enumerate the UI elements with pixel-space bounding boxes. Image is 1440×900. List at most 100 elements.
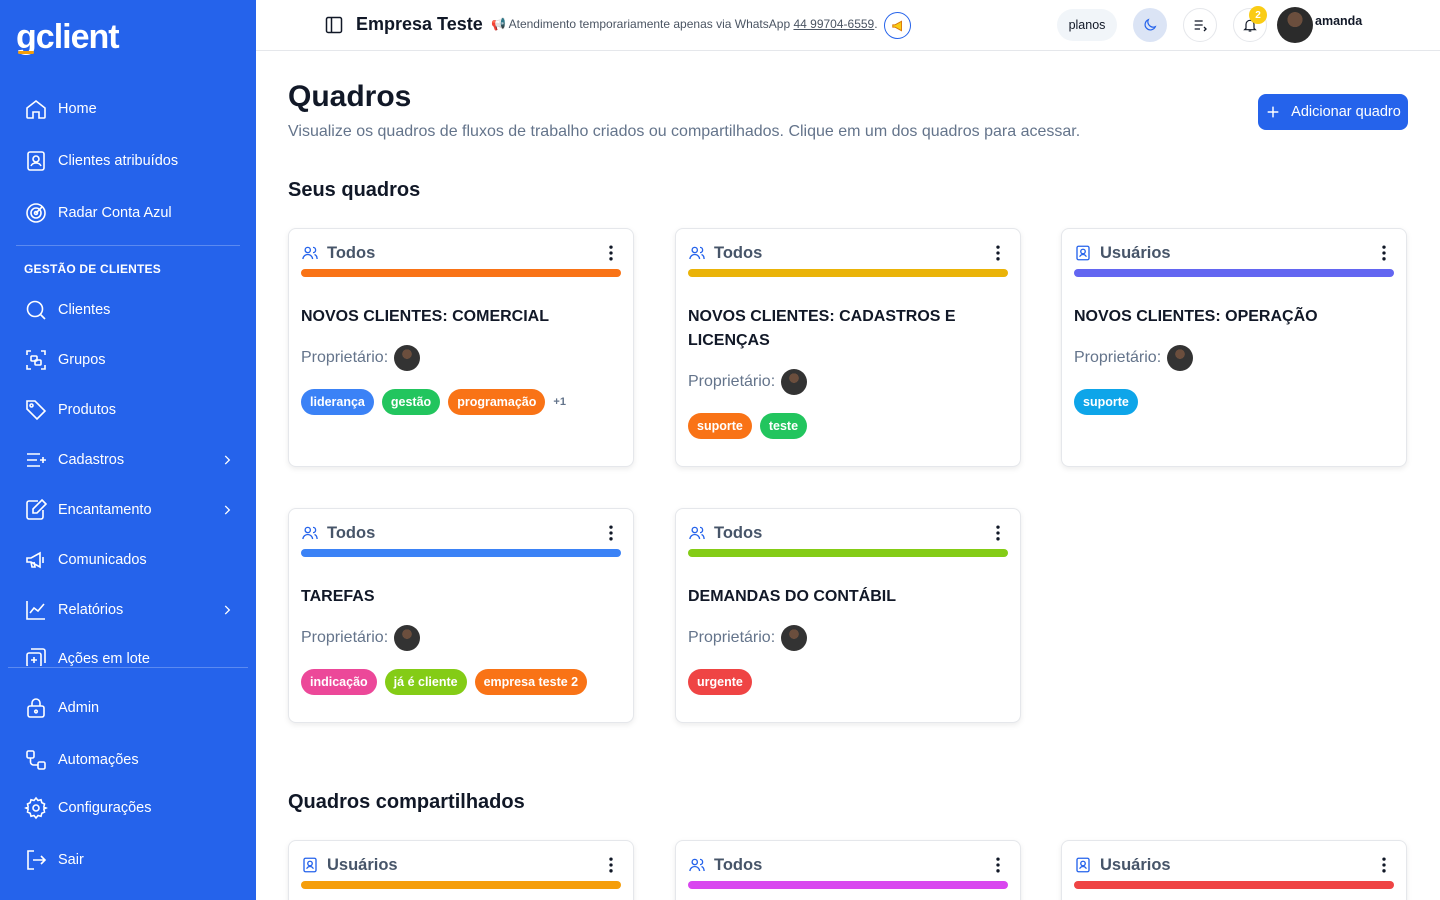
megaphone-icon: [26, 551, 44, 569]
list-plus-icon: [27, 453, 46, 467]
sidebar-item-label: Sair: [58, 852, 84, 868]
board-card[interactable]: Todos NOVOS CLIENTES: CADASTROS E LICENÇ…: [675, 228, 1021, 467]
company-name[interactable]: Empresa Teste: [356, 14, 483, 35]
owner-label: Proprietário:: [688, 629, 776, 646]
sidebar-item-label: Configurações: [58, 800, 152, 816]
sidebar-item-encantamento[interactable]: Encantamento: [24, 494, 234, 526]
board-card-header: Todos: [688, 241, 1008, 265]
board-title: NOVOS CLIENTES: CADASTROS E LICENÇAS: [688, 308, 956, 349]
logo-g: g: [16, 18, 37, 56]
sidebar-divider: [16, 245, 240, 246]
sidebar-item-label: Home: [58, 101, 97, 117]
batch-icon: [26, 648, 46, 666]
board-access: Todos: [327, 243, 376, 262]
user-badge-icon: [1076, 245, 1090, 261]
avatar[interactable]: [1277, 7, 1313, 43]
sidebar-item-label: Produtos: [58, 402, 117, 418]
plans-button[interactable]: planos: [1057, 9, 1117, 41]
kebab-menu-icon[interactable]: [988, 243, 1008, 263]
radar-icon: [26, 203, 46, 223]
sidebar-item-automacoes[interactable]: Automações: [24, 744, 234, 776]
users-icon: [689, 246, 705, 260]
page-title: Quadros: [288, 80, 412, 113]
board-color-bar: [688, 269, 1008, 277]
topbar: Empresa Teste 📢 Atendimento temporariame…: [256, 0, 1440, 51]
announcements-button[interactable]: [884, 12, 911, 39]
board-card[interactable]: Todos NOVOS CLIENTES: COMERCIAL Propriet…: [288, 228, 634, 467]
sidebar-item-label: Encantamento: [58, 502, 152, 518]
tag: urgente: [688, 669, 752, 695]
home-icon: [26, 99, 46, 119]
sidebar-item-home[interactable]: Home: [24, 93, 234, 125]
sidebar-item-assigned-clients[interactable]: Clientes atribuídos: [24, 145, 234, 177]
sidebar-toggle-icon[interactable]: [324, 15, 344, 35]
board-color-bar: [1074, 269, 1394, 277]
sidebar-item-acoes-em-lote[interactable]: Ações em lote: [24, 646, 234, 666]
board-card[interactable]: Todos DEMANDAS DO CONTÁBIL Proprietário:…: [675, 508, 1021, 723]
board-color-bar: [688, 881, 1008, 889]
sidebar-item-cadastros[interactable]: Cadastros: [24, 444, 234, 476]
sidebar-item-clientes[interactable]: Clientes: [24, 294, 234, 326]
workflow-icon: [26, 750, 46, 770]
board-card-header: Todos: [301, 521, 621, 545]
sidebar-item-admin[interactable]: Admin: [24, 692, 234, 724]
user-name[interactable]: amanda: [1315, 14, 1362, 28]
board-title: NOVOS CLIENTES: COMERCIAL: [301, 308, 550, 325]
user-badge-icon: [303, 857, 317, 873]
logout-icon: [27, 850, 47, 870]
kebab-menu-icon[interactable]: [1374, 855, 1394, 875]
kebab-menu-icon[interactable]: [601, 243, 621, 263]
board-card[interactable]: Todos: [675, 840, 1021, 900]
owner-label: Proprietário:: [688, 373, 776, 390]
whatsapp-link[interactable]: 44 99704-6559: [793, 17, 874, 31]
announcement-emoji: 📢: [491, 17, 506, 31]
board-card[interactable]: Todos TAREFAS Proprietário: indicação já…: [288, 508, 634, 723]
board-tags: liderança gestão programação +1: [301, 389, 566, 415]
owner-avatar: [394, 345, 421, 371]
theme-toggle-button[interactable]: [1133, 8, 1167, 42]
sidebar-item-produtos[interactable]: Produtos: [24, 394, 234, 426]
sidebar-divider: [8, 667, 248, 668]
board-color-bar: [688, 549, 1008, 557]
kebab-menu-icon[interactable]: [988, 855, 1008, 875]
owner-avatar: [394, 625, 421, 651]
kebab-menu-icon[interactable]: [601, 855, 621, 875]
board-card[interactable]: Usuários: [1061, 840, 1407, 900]
board-card[interactable]: Usuários NOVOS CLIENTES: OPERAÇÃO Propri…: [1061, 228, 1407, 467]
board-owner: Proprietário:: [688, 369, 808, 395]
users-icon: [689, 526, 705, 540]
app-logo[interactable]: gclient: [16, 18, 120, 57]
kebab-menu-icon[interactable]: [988, 523, 1008, 543]
add-board-button[interactable]: Adicionar quadro: [1258, 94, 1408, 130]
users-icon: [302, 246, 318, 260]
board-card[interactable]: Usuários: [288, 840, 634, 900]
sidebar-item-grupos[interactable]: Grupos: [24, 344, 234, 376]
users-icon: [302, 526, 318, 540]
tasks-button[interactable]: [1183, 8, 1217, 42]
owner-label: Proprietário:: [301, 349, 389, 366]
page-subtitle: Visualize os quadros de fluxos de trabal…: [288, 123, 1081, 140]
board-card-header: Usuários: [1074, 853, 1394, 877]
sidebar-item-relatorios[interactable]: Relatórios: [24, 594, 234, 626]
sidebar-item-configuracoes[interactable]: Configurações: [24, 792, 234, 824]
kebab-menu-icon[interactable]: [601, 523, 621, 543]
plus-icon: [1267, 106, 1279, 118]
sidebar-item-label: Relatórios: [58, 602, 124, 618]
board-access: Usuários: [1100, 243, 1171, 262]
tag: suporte: [1074, 389, 1138, 415]
board-card-header: Todos: [688, 853, 1008, 877]
kebab-menu-icon[interactable]: [1374, 243, 1394, 263]
sidebar-item-sair[interactable]: Sair: [24, 844, 234, 876]
tag: suporte: [688, 413, 752, 439]
sidebar-item-comunicados[interactable]: Comunicados: [24, 544, 234, 576]
add-board-label: Adicionar quadro: [1291, 104, 1401, 120]
list-icon: [1194, 20, 1207, 32]
moon-icon: [1144, 18, 1157, 31]
group-icon: [26, 350, 46, 370]
owner-avatar: [1167, 345, 1194, 371]
sidebar-item-radar[interactable]: Radar Conta Azul: [24, 197, 234, 229]
user-badge-icon: [1076, 857, 1090, 873]
board-access: Todos: [714, 855, 763, 874]
announcement-text: 📢 Atendimento temporariamente apenas via…: [491, 17, 878, 31]
sidebar-item-label: Grupos: [58, 352, 106, 368]
